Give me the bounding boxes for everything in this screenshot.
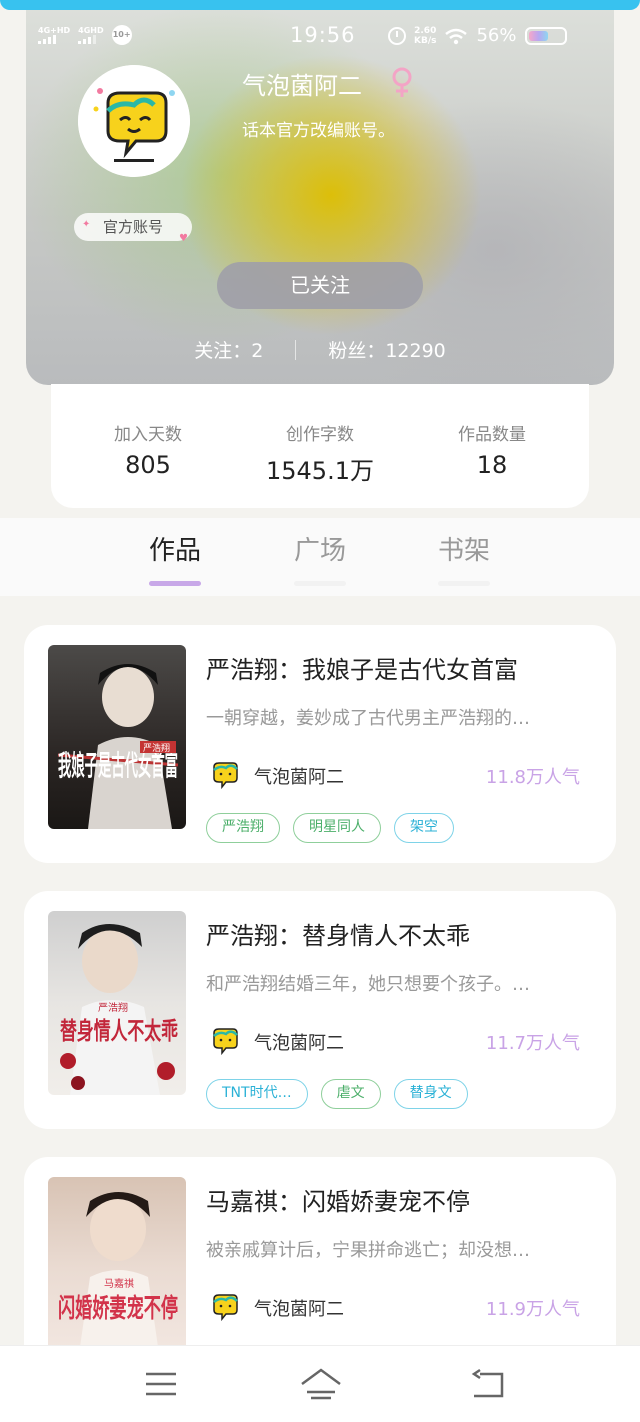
tag[interactable]: 严浩翔 bbox=[206, 813, 280, 843]
work-description: 被亲戚算计后，宁果拼命逃亡；却没想… bbox=[206, 1240, 530, 1261]
book-cover[interactable]: 闪婚娇妻宠不停 马嘉祺 bbox=[48, 1177, 186, 1361]
work-title[interactable]: 严浩翔：我娘子是古代女首富 bbox=[206, 650, 518, 685]
stat-join-days: 加入天数 805 bbox=[93, 384, 203, 508]
tab-bookshelf[interactable]: 书架 bbox=[424, 530, 504, 586]
heart-icon: ♥ bbox=[179, 233, 188, 244]
book-cover[interactable]: 替身情人不太乖 严浩翔 bbox=[48, 911, 186, 1095]
author-avatar-icon bbox=[213, 1028, 238, 1056]
tab-square[interactable]: 广场 bbox=[280, 530, 360, 586]
stat-value: 805 bbox=[125, 451, 171, 479]
network-label-1: 4G+HD bbox=[38, 26, 71, 35]
work-card[interactable]: 替身情人不太乖 严浩翔 严浩翔：替身情人不太乖 和严浩翔结婚三年，她只想要个孩子… bbox=[24, 891, 616, 1129]
top-accent-bar bbox=[0, 0, 640, 10]
battery-icon bbox=[524, 26, 567, 45]
followed-button[interactable]: 已关注 bbox=[217, 262, 423, 309]
popularity: 11.8万人气 bbox=[485, 767, 580, 788]
signal-icon: 4G+HD bbox=[38, 26, 70, 44]
count-divider bbox=[295, 339, 297, 360]
work-card[interactable]: 我娘子是古代女首富 严浩翔 严浩翔：我娘子是古代女首富 一朝穿越，姜妙成了古代男… bbox=[24, 625, 616, 863]
stats-card: 加入天数 805 创作字数 1545.1万 作品数量 18 bbox=[51, 384, 589, 508]
tag[interactable]: 替身文 bbox=[393, 1079, 468, 1109]
popularity: 11.7万人气 bbox=[485, 1033, 580, 1054]
mascot-icon bbox=[78, 65, 190, 177]
fans-count[interactable]: 粉丝：12290 bbox=[328, 336, 445, 363]
tab-works[interactable]: 作品 bbox=[135, 530, 215, 586]
profile-bio: 话本官方改编账号。 bbox=[242, 121, 395, 141]
clock: 19:56 bbox=[290, 23, 356, 47]
female-icon bbox=[392, 67, 412, 97]
stat-value: 18 bbox=[476, 451, 508, 479]
tab-indicator bbox=[438, 581, 490, 586]
tab-label: 书架 bbox=[437, 536, 490, 566]
avatar[interactable] bbox=[78, 65, 190, 177]
tab-label: 广场 bbox=[293, 536, 346, 566]
back-icon[interactable] bbox=[468, 1366, 508, 1402]
book-cover[interactable]: 我娘子是古代女首富 严浩翔 bbox=[48, 645, 186, 829]
author-avatar-icon bbox=[213, 1294, 238, 1322]
cover-title-text: 替身情人不太乖 bbox=[60, 1016, 178, 1045]
net-speed-unit: KB/s bbox=[414, 35, 437, 46]
author-name: 气泡菌阿二 bbox=[254, 1299, 344, 1320]
work-title[interactable]: 马嘉祺：闪婚娇妻宠不停 bbox=[206, 1182, 470, 1217]
profile-header: ✦ 官方账号 ♥ bbox=[26, 0, 614, 385]
cover-title-text: 闪婚娇妻宠不停 bbox=[58, 1293, 178, 1324]
home-icon[interactable] bbox=[298, 1366, 344, 1402]
cover-art: 替身情人不太乖 严浩翔 bbox=[60, 924, 178, 1095]
status-bar: 4G+HD 4GHD 10+ 19:56 2.60 KB/s 56% bbox=[0, 20, 640, 54]
wifi-icon bbox=[445, 28, 468, 44]
cover-sub-text: 马嘉祺 bbox=[104, 1277, 134, 1290]
net-speed-value: 2.60 bbox=[414, 25, 437, 36]
cover-art: 闪婚娇妻宠不停 马嘉祺 bbox=[58, 1192, 178, 1361]
stat-works-count: 作品数量 18 bbox=[437, 384, 547, 508]
net-speed: 2.60 KB/s bbox=[414, 26, 436, 46]
tab-indicator bbox=[294, 581, 346, 586]
tag-list: 严浩翔 明星同人 架空 bbox=[206, 813, 454, 843]
notification-badge: 10+ bbox=[111, 25, 132, 45]
following-count[interactable]: 关注：2 bbox=[194, 336, 263, 363]
profile-nickname: 气泡菌阿二 bbox=[242, 72, 362, 100]
author-avatar-icon bbox=[213, 762, 238, 790]
signal-icon-2: 4GHD bbox=[78, 26, 104, 44]
official-tag-label: 官方账号 bbox=[102, 218, 163, 236]
work-description: 和严浩翔结婚三年，她只想要个孩子。… bbox=[206, 974, 530, 995]
follow-counts: 关注：2 粉丝：12290 bbox=[0, 336, 640, 363]
tab-bar: 作品 广场 书架 bbox=[0, 518, 640, 596]
tag[interactable]: 虐文 bbox=[320, 1079, 381, 1109]
tab-label: 作品 bbox=[148, 536, 201, 566]
stat-label: 作品数量 bbox=[458, 425, 526, 445]
tag[interactable]: TNT时代… bbox=[206, 1079, 308, 1109]
cover-sub-text: 严浩翔 bbox=[143, 742, 170, 754]
work-title[interactable]: 严浩翔：替身情人不太乖 bbox=[206, 916, 470, 951]
stat-label: 创作字数 bbox=[286, 425, 354, 445]
stat-value: 1545.1万 bbox=[266, 457, 374, 485]
menu-icon[interactable] bbox=[141, 1366, 181, 1402]
tag[interactable]: 明星同人 bbox=[293, 813, 381, 843]
official-account-tag: ✦ 官方账号 ♥ bbox=[74, 213, 192, 244]
alarm-icon bbox=[388, 26, 406, 45]
popularity: 11.9万人气 bbox=[485, 1299, 580, 1320]
author-name: 气泡菌阿二 bbox=[254, 767, 344, 788]
work-description: 一朝穿越，姜妙成了古代男主严浩翔的… bbox=[206, 708, 530, 729]
stat-label: 加入天数 bbox=[114, 425, 182, 445]
cover-sub-text: 严浩翔 bbox=[98, 1001, 128, 1014]
tab-indicator bbox=[149, 581, 201, 586]
stat-word-count: 创作字数 1545.1万 bbox=[265, 384, 375, 508]
system-nav-bar bbox=[0, 1346, 640, 1422]
battery-percent: 56% bbox=[476, 25, 517, 46]
sparkle-icon: ✦ bbox=[82, 219, 91, 230]
tag[interactable]: 架空 bbox=[394, 813, 454, 843]
network-label-2: 4GHD bbox=[78, 26, 104, 35]
author-name: 气泡菌阿二 bbox=[254, 1033, 344, 1054]
tag-list: TNT时代… 虐文 替身文 bbox=[206, 1079, 468, 1109]
cover-art: 我娘子是古代女首富 严浩翔 bbox=[57, 664, 179, 829]
